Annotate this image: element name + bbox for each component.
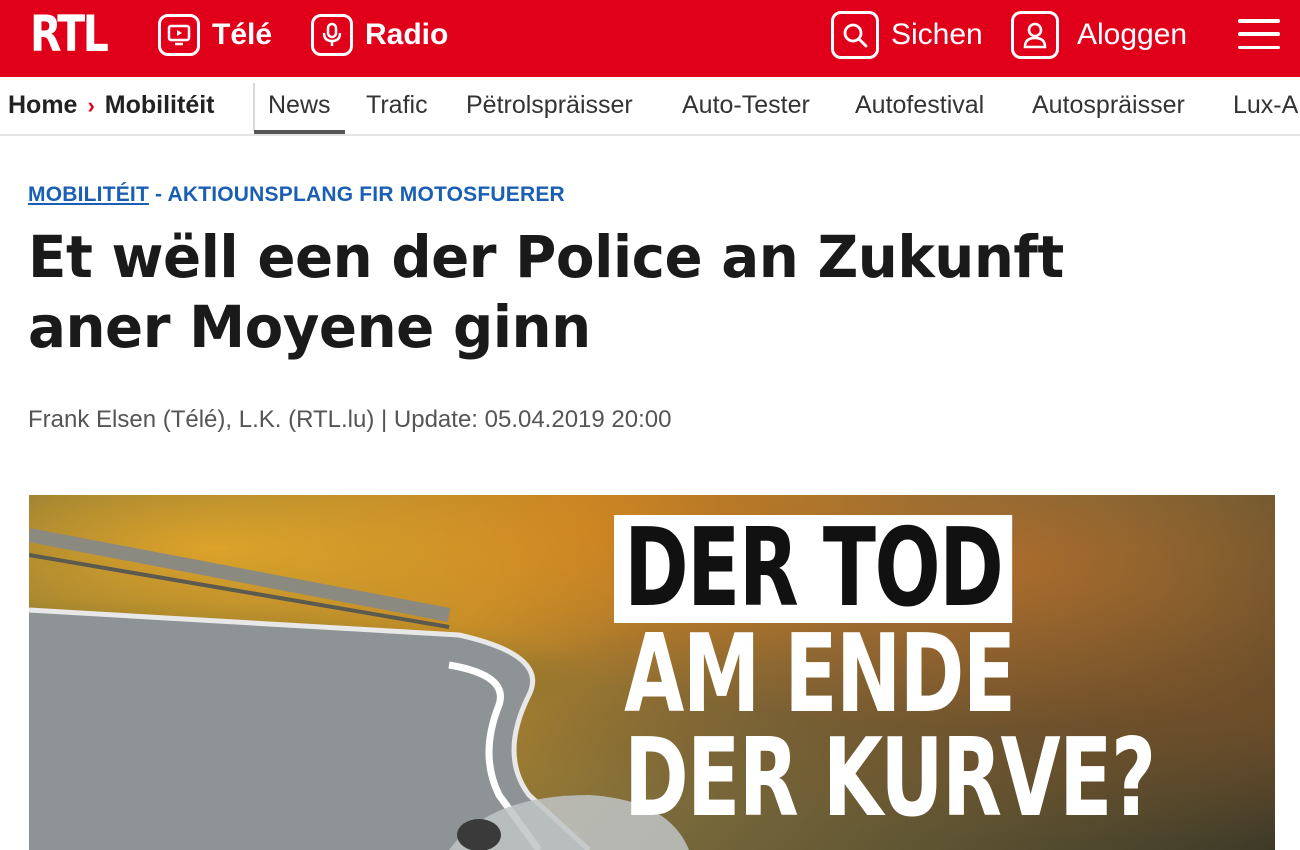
kicker-text: - AKTIOUNSPLANG FIR MOTOSFUERER [149,183,565,206]
tab-news[interactable]: News [254,91,345,134]
tab-trafic[interactable]: Trafic [366,91,428,120]
breadcrumb-home[interactable]: Home [8,91,77,120]
chevron-right-icon: › [87,92,95,118]
section-nav: Home › Mobilitéit News Trafic Pëtrolsprä… [0,77,1300,136]
breadcrumb: Home › Mobilitéit [8,91,215,120]
hero-image: DER TOD AM ENDE DER KURVE? [29,495,1275,850]
article-byline: Frank Elsen (Télé), L.K. (RTL.lu) | Upda… [28,406,672,433]
top-header-bar: RTL Télé Radio Sichen Aloggen [0,0,1300,77]
login-label: Aloggen [1077,18,1188,51]
nav-tele-label: Télé [212,18,273,51]
menu-icon[interactable] [1238,19,1280,49]
search-label: Sichen [891,18,983,51]
tab-autofestival[interactable]: Autofestival [855,91,984,120]
category-link[interactable]: MOBILITÉIT [28,183,149,206]
tab-petrolspraisser[interactable]: Pëtrolspräisser [466,91,633,120]
hero-overlay-text: DER TOD AM ENDE DER KURVE? [614,515,1275,841]
breadcrumb-mobiliteit[interactable]: Mobilitéit [105,91,215,120]
search-button[interactable]: Sichen [831,11,983,59]
tab-auto-tester[interactable]: Auto-Tester [682,91,810,120]
nav-radio-label: Radio [365,18,449,51]
nav-tele[interactable]: Télé [158,12,272,58]
login-button[interactable]: Aloggen [1011,11,1188,59]
hero-line-1: DER TOD [614,515,1013,623]
tab-autospraisser[interactable]: Autospräisser [1032,91,1185,120]
user-icon [1011,11,1059,59]
tv-icon [158,14,200,56]
nav-radio[interactable]: Radio [311,12,448,58]
hero-line-2: AM ENDE [624,612,1016,737]
tab-lux-a[interactable]: Lux-A [1233,91,1298,120]
article-kicker: MOBILITÉIT - AKTIOUNSPLANG FIR MOTOSFUER… [28,183,565,207]
rtl-logo[interactable]: RTL [30,6,109,62]
search-icon [831,11,879,59]
article-headline: Et wëll een der Police an Zukunft aner M… [28,223,1064,361]
hero-line-3: DER KURVE? [624,716,1156,841]
microphone-icon [311,14,353,56]
